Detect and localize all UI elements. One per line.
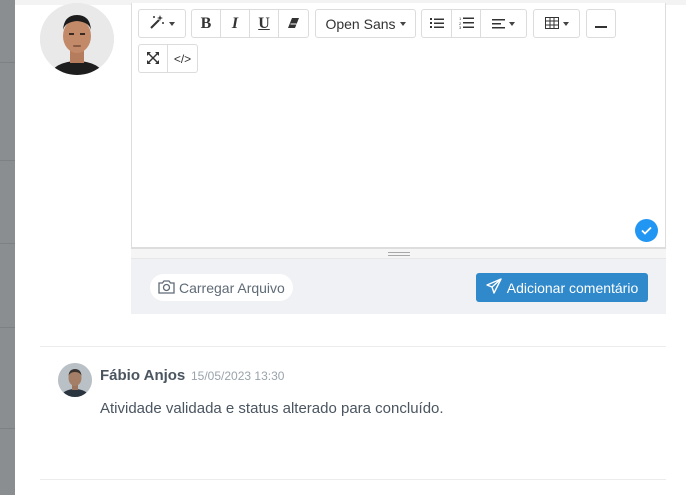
- font-style-group: B I U: [191, 9, 309, 38]
- fullscreen-button[interactable]: [139, 45, 168, 72]
- unordered-list-icon: [429, 16, 444, 32]
- unordered-list-button[interactable]: [422, 10, 452, 37]
- font-family-dropdown[interactable]: Open Sans: [315, 9, 416, 38]
- add-comment-button[interactable]: Adicionar comentário: [476, 273, 648, 302]
- check-circle-icon: [635, 219, 658, 242]
- comment-actions-bar: Carregar Arquivo Adicionar comentário: [131, 259, 666, 314]
- ordered-list-button[interactable]: 1 2 3: [452, 10, 481, 37]
- underline-button[interactable]: U: [250, 10, 279, 37]
- ordered-list-icon: 1 2 3: [459, 16, 474, 32]
- table-icon: [544, 16, 559, 32]
- view-group: </>: [138, 44, 198, 73]
- grip-icon: [388, 252, 410, 256]
- upload-file-button[interactable]: Carregar Arquivo: [150, 274, 293, 301]
- magic-wand-icon: [149, 14, 165, 33]
- codeview-button[interactable]: </>: [168, 45, 197, 72]
- horizontal-rule-button[interactable]: [586, 9, 616, 38]
- comment-author-name[interactable]: Fábio Anjos: [100, 367, 185, 384]
- table-dropdown-button[interactable]: [533, 9, 580, 38]
- comment-editor[interactable]: B I U Open Sans 1 2 3 </>: [131, 3, 666, 248]
- current-user-avatar: [40, 3, 114, 75]
- divider: [40, 346, 666, 347]
- comment-timestamp: 15/05/2023 13:30: [191, 369, 285, 383]
- paragraph-group: 1 2 3: [421, 9, 527, 38]
- comment-author-avatar: [58, 363, 92, 397]
- comment-body: Atividade validada e status alterado par…: [100, 400, 444, 417]
- svg-text:3: 3: [459, 25, 462, 29]
- editor-resize-handle[interactable]: [131, 248, 666, 259]
- upload-file-label: Carregar Arquivo: [179, 279, 285, 296]
- camera-icon: [158, 279, 179, 297]
- font-family-label: Open Sans: [325, 15, 396, 32]
- send-icon: [486, 278, 507, 297]
- bold-button[interactable]: B: [192, 10, 221, 37]
- horizontal-rule-icon: [595, 16, 607, 32]
- align-dropdown-button[interactable]: [481, 10, 526, 37]
- style-dropdown-button[interactable]: [138, 9, 186, 38]
- backdrop-strip: [0, 0, 15, 495]
- eraser-icon: [287, 16, 300, 32]
- fullscreen-icon: [147, 51, 159, 67]
- divider: [40, 479, 666, 480]
- align-icon: [492, 16, 505, 32]
- italic-button[interactable]: I: [221, 10, 250, 37]
- add-comment-label: Adicionar comentário: [506, 279, 639, 296]
- clear-format-button[interactable]: [279, 10, 308, 37]
